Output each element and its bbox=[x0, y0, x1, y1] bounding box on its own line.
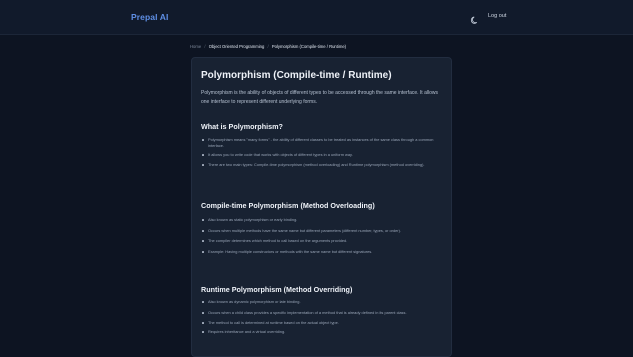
page-title: Polymorphism (Compile-time / Runtime) bbox=[201, 70, 392, 81]
list-item: Also known as dynamic polymorphism or la… bbox=[201, 299, 446, 305]
breadcrumb-separator: / bbox=[267, 44, 269, 49]
list-item: Requires inheritance and a virtual overr… bbox=[201, 329, 446, 335]
brand-logo[interactable]: Prepal AI bbox=[131, 12, 168, 22]
logout-button[interactable]: Log out bbox=[488, 13, 506, 19]
section-list: Also known as dynamic polymorphism or la… bbox=[201, 299, 446, 335]
breadcrumb-category-link[interactable]: Object Oriented Programming bbox=[209, 44, 265, 49]
list-item: Example: Having multiple constructors or… bbox=[201, 249, 446, 255]
list-item: Also known as static polymorphism or ear… bbox=[201, 217, 446, 223]
list-item: Occurs when multiple methods have the sa… bbox=[201, 228, 446, 234]
list-item: The compiler determines which method to … bbox=[201, 238, 446, 244]
breadcrumb-separator: / bbox=[204, 44, 206, 49]
section-list: Also known as static polymorphism or ear… bbox=[201, 217, 446, 255]
section-heading: Runtime Polymorphism (Method Overriding) bbox=[201, 285, 353, 294]
list-item: The method to call is determined at runt… bbox=[201, 320, 446, 326]
breadcrumb-current-page: Polymorphism (Compile-time / Runtime) bbox=[271, 44, 347, 49]
top-navigation-bar: Prepal AI Log out bbox=[0, 0, 633, 35]
list-item: Polymorphism means "many forms" - the ab… bbox=[201, 137, 446, 149]
section-heading: What is Polymorphism? bbox=[201, 122, 283, 131]
theme-toggle-button[interactable] bbox=[470, 12, 480, 24]
intro-paragraph: Polymorphism is the ability of objects o… bbox=[201, 90, 438, 105]
section-list: Polymorphism means "many forms" - the ab… bbox=[201, 137, 446, 168]
breadcrumb: Home / Object Oriented Programming / Pol… bbox=[190, 44, 346, 49]
moon-icon bbox=[470, 16, 478, 24]
article-card: Polymorphism (Compile-time / Runtime) Po… bbox=[191, 57, 452, 357]
list-item: It allows you to write code that works w… bbox=[201, 152, 446, 158]
section-heading: Compile-time Polymorphism (Method Overlo… bbox=[201, 201, 375, 210]
list-item: There are two main types: Compile-time p… bbox=[201, 162, 446, 168]
list-item: Occurs when a child class provides a spe… bbox=[201, 310, 446, 316]
breadcrumb-home-link[interactable]: Home bbox=[190, 44, 201, 49]
